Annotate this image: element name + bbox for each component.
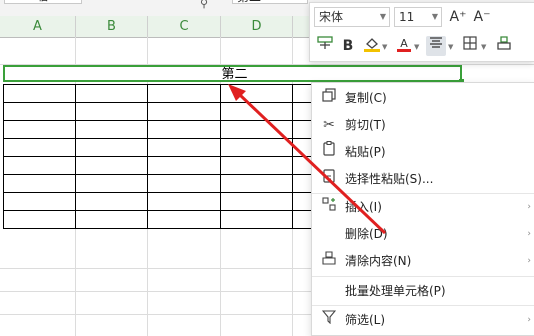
merged-cell-text: 第二 <box>221 67 248 82</box>
chevron-down-icon[interactable]: ▼ <box>481 43 486 51</box>
menu-item-label: 复制(C) <box>345 91 387 105</box>
increase-font-icon: A⁺ <box>449 9 467 25</box>
column-header-a[interactable]: A <box>0 16 76 37</box>
decrease-font-button[interactable]: A⁻ <box>472 7 492 27</box>
name-box-text: 临 <box>37 0 48 3</box>
paste-special-icon <box>319 166 339 192</box>
eraser-icon <box>319 248 339 274</box>
menu-item-label: 删除(D) <box>345 227 388 241</box>
bold-icon: B <box>342 38 354 54</box>
chevron-down-icon: ▼ <box>431 12 438 21</box>
menu-item-label: 批量处理单元格(P) <box>345 284 446 298</box>
menu-item-clear-contents[interactable]: 清除内容(N) › <box>312 248 534 274</box>
font-color-button[interactable]: A <box>394 36 414 56</box>
align-center-icon <box>430 37 442 48</box>
merged-cell[interactable]: 第二 <box>3 65 462 82</box>
menu-item-insert[interactable]: 插入(I) › <box>312 194 534 220</box>
chevron-down-icon: ▼ <box>379 12 386 21</box>
menu-item-paste[interactable]: 粘贴(P) <box>312 139 534 165</box>
format-painter-icon <box>317 36 333 49</box>
menu-item-delete[interactable]: 删除(D) › <box>312 221 534 247</box>
link-icon: ⚲ <box>200 0 209 10</box>
formula-bar[interactable]: 第二 <box>232 0 308 4</box>
font-size-select[interactable]: 11 ▼ <box>394 7 442 27</box>
column-header-d[interactable]: D <box>221 16 293 37</box>
eraser-icon <box>497 36 511 50</box>
font-size-value: 11 <box>399 10 415 24</box>
paste-icon <box>319 139 339 165</box>
increase-font-button[interactable]: A⁺ <box>448 7 468 27</box>
font-color-icon: A <box>397 37 411 52</box>
column-header-b[interactable]: B <box>76 16 148 37</box>
svg-text:A: A <box>400 37 408 50</box>
format-painter-button[interactable] <box>315 36 335 56</box>
fill-color-button[interactable] <box>362 36 382 56</box>
chevron-right-icon: › <box>527 256 531 266</box>
scissors-icon: ✂ <box>323 117 335 133</box>
chevron-right-icon: › <box>527 202 531 212</box>
menu-item-filter[interactable]: 筛选(L) › <box>312 307 534 333</box>
decrease-font-icon: A⁻ <box>473 9 491 25</box>
column-header-c[interactable]: C <box>148 16 221 37</box>
eraser-button[interactable] <box>494 36 514 56</box>
menu-item-label: 清除内容(N) <box>345 254 412 268</box>
floating-format-toolbar: 宋体 ▼ 11 ▼ A⁺ A⁻ B ▼ A ▼ ▼ ▼ <box>309 2 534 62</box>
menu-item-batch-process[interactable]: 批量处理单元格(P) <box>312 278 534 304</box>
menu-item-label: 插入(I) <box>345 200 382 214</box>
bold-button[interactable]: B <box>338 36 358 56</box>
copy-icon <box>319 85 339 111</box>
borders-icon <box>463 36 477 50</box>
menu-separator <box>312 305 534 306</box>
menu-item-label: 剪切(T) <box>345 118 386 132</box>
menu-item-label: 选择性粘贴(S)... <box>345 172 434 186</box>
menu-separator <box>312 276 534 277</box>
chevron-right-icon: › <box>527 315 531 325</box>
context-menu: 复制(C) ✂ 剪切(T) 粘贴(P) 选择性粘贴(S)... 插入(I) › … <box>311 82 534 336</box>
font-name-select[interactable]: 宋体 ▼ <box>314 7 390 27</box>
align-center-button[interactable] <box>426 36 446 56</box>
chevron-down-icon[interactable]: ▼ <box>382 43 387 51</box>
menu-item-label: 粘贴(P) <box>345 145 386 159</box>
menu-item-cut[interactable]: ✂ 剪切(T) <box>312 112 534 138</box>
menu-item-label: 筛选(L) <box>345 313 386 327</box>
insert-icon <box>319 194 339 220</box>
formula-bar-text: 第二 <box>237 0 261 3</box>
name-box[interactable]: 临 <box>4 0 82 4</box>
borders-button[interactable] <box>460 36 480 56</box>
filter-icon <box>319 307 339 333</box>
chevron-down-icon[interactable]: ▼ <box>448 43 453 51</box>
chevron-down-icon[interactable]: ▼ <box>414 43 419 51</box>
menu-item-copy[interactable]: 复制(C) <box>312 85 534 111</box>
font-name-value: 宋体 <box>319 10 344 24</box>
menu-item-paste-special[interactable]: 选择性粘贴(S)... <box>312 166 534 192</box>
chevron-right-icon: › <box>527 229 531 239</box>
fill-color-icon <box>364 38 380 52</box>
